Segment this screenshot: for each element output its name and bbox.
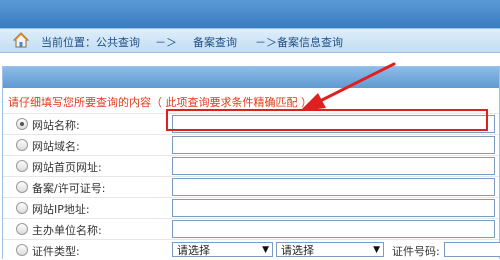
domain-radio[interactable] (16, 139, 28, 151)
certificate-radio[interactable] (16, 244, 28, 256)
ip-address-input[interactable] (172, 199, 495, 217)
top-banner (0, 0, 500, 28)
site-name-label: 网站名称: (32, 119, 80, 132)
site-name-radio[interactable] (16, 118, 28, 130)
homepage-url-input[interactable] (172, 157, 495, 175)
breadcrumb-separator: －＞ (155, 36, 177, 49)
breadcrumb-link-filing-query[interactable]: 备案查询 (193, 34, 237, 50)
breadcrumb-current: 当前位置：公共查询 (41, 36, 140, 49)
homepage-url-label: 网站首页网址: (32, 161, 102, 174)
field-row-ip-address: 网站IP地址: (3, 197, 499, 218)
organizer-name-label: 主办单位名称: (32, 224, 102, 237)
field-row-license-number: 备案/许可证号: (3, 176, 499, 197)
ip-address-radio[interactable] (16, 202, 28, 214)
certificate-subtype-value: 请选择 (281, 244, 314, 257)
certificate-number-input[interactable] (444, 242, 500, 257)
certificate-subtype-select[interactable]: 请选择 ▼ (276, 242, 384, 257)
license-number-label: 备案/许可证号: (32, 182, 106, 195)
organizer-name-radio[interactable] (16, 223, 28, 235)
certificate-number-label: 证件号码: (392, 245, 440, 258)
highlight-box (166, 109, 488, 131)
field-row-organizer-name: 主办单位名称: (3, 218, 499, 239)
dropdown-arrow-icon: ▼ (373, 245, 380, 255)
query-form-panel: 请仔细填写您所要查询的内容（ 此项查询要求条件精确匹配 ） 网站名称: 网站域名… (2, 66, 500, 259)
field-row-domain: 网站域名: (3, 134, 499, 155)
breadcrumb-separator: －＞ (255, 36, 277, 49)
ip-address-label: 网站IP地址: (32, 203, 90, 216)
homepage-url-radio[interactable] (16, 160, 28, 172)
dropdown-arrow-icon: ▼ (262, 245, 269, 255)
certificate-type-select[interactable]: 请选择 ▼ (172, 242, 273, 257)
field-row-certificate: 证件类型: 请选择 ▼ 请选择 ▼ 证件号码: (3, 239, 500, 260)
panel-header (3, 67, 499, 88)
domain-label: 网站域名: (32, 140, 80, 153)
license-number-radio[interactable] (16, 181, 28, 193)
license-number-input[interactable] (172, 178, 495, 196)
breadcrumb-link-filing-info-query[interactable]: 备案信息查询 (277, 34, 343, 50)
breadcrumb: 当前位置：公共查询 －＞ 备案查询 －＞ 备案信息查询 (0, 28, 500, 53)
organizer-name-input[interactable] (172, 220, 495, 238)
certificate-type-value: 请选择 (177, 244, 210, 257)
house-icon[interactable] (13, 32, 29, 48)
certificate-type-label: 证件类型: (32, 245, 80, 258)
form-notice: 请仔细填写您所要查询的内容（ 此项查询要求条件精确匹配 ） (8, 96, 312, 109)
domain-input[interactable] (172, 136, 495, 154)
field-row-homepage-url: 网站首页网址: (3, 155, 499, 176)
